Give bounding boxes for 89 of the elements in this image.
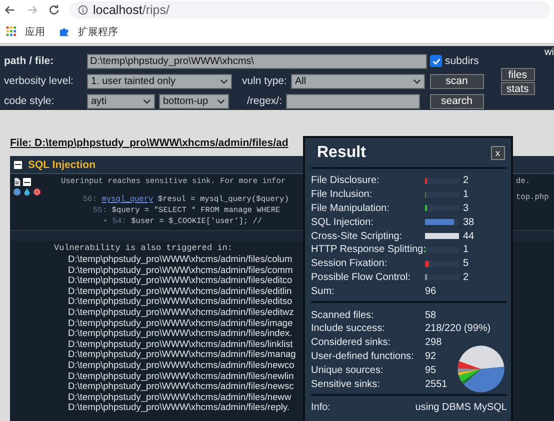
stat-label: Considered sinks: [311,337,392,348]
file-icon[interactable] [13,178,21,186]
stat-value: 1 [463,189,469,200]
stat-label: HTTP Response Splitting: [311,244,425,256]
panel-title: SQL Injection [28,158,96,170]
stat-value: 2551 [425,378,448,390]
stat-label: Cross-Site Scripting: [311,230,404,242]
scan-button[interactable]: scan [430,74,484,88]
file-path-link[interactable]: D:\temp\phpstudy_pro\WWW\xhcms/admin/files/editso [68,296,292,307]
stat-label: File Disclosure: [311,175,380,186]
checkbox-label: subdirs [445,55,479,67]
files-button[interactable]: files [500,68,535,81]
stat-label: Sum: [311,286,336,297]
stat-label: Scanned files: [311,310,375,321]
caret-icon [220,78,228,84]
stat-label: Include success: [311,323,386,334]
stat-label: Session Fixation: [311,258,388,270]
stat-value: 95 [425,364,436,376]
close-button[interactable]: x [490,146,505,160]
stat-value: 1 [463,244,469,256]
file-path-link[interactable]: D:\temp\phpstudy_pro\WWW\xhcms/admin/files/index. [68,328,292,339]
verbosity-label: verbosity level: [4,75,74,87]
stat-value: 44 [463,230,474,242]
stat-value: 58 [425,310,436,321]
stat-value: using DBMS MySQL [415,402,507,414]
file-heading: File: D:\temp\phpstudy_pro\WWW\xhcms/admin/files/ad [10,137,288,149]
caret-icon [143,98,151,104]
stat-label: SQL Injection: [311,216,374,228]
stat-label: File Inclusion: [311,189,374,200]
stat-value: 38 [463,216,474,228]
bookmark-item[interactable]: 应用 [6,24,45,38]
file-path-link[interactable]: D:\temp\phpstudy_pro\WWW\xhcms/admin/files/editwz [68,306,294,318]
stat-value: 92 [425,350,436,362]
file-path-link[interactable]: D:\temp\phpstudy_pro\WWW\xhcms/admin/files/image [68,318,293,328]
caret-icon [412,78,421,84]
stat-value: 218/220 (99%) [425,323,491,334]
search-button[interactable]: search [430,94,484,108]
file-path-link[interactable]: D:\temp\phpstudy_pro\WWW\xhcms/admin/files/editco [68,275,292,286]
stat-label: Sensitive sinks: [311,378,381,390]
pie-chart-drawing [456,344,506,394]
file-path-link[interactable]: D:\temp\phpstudy_pro\WWW\xhcms/admin/files/neww [68,392,292,402]
vuln-type-label: vuln type: [242,75,287,87]
file-path-link[interactable]: D:\temp\phpstudy_pro\WWW\xhcms/admin/files/newco [68,360,294,371]
stat-label: Possible Flow Control: [311,272,412,283]
reload-icon[interactable] [48,4,60,16]
vuln-type-dropdown[interactable]: All [290,74,425,88]
drop-icon[interactable] [23,188,31,196]
header-text: wi [544,47,554,58]
file-path-link[interactable]: D:\temp\phpstudy_pro\WWW\xhcms/admin/files/editlin [68,286,292,296]
apps-grid-icon [6,26,17,37]
info-icon [78,5,88,15]
stat-label: User-defined functions: [311,350,415,362]
file-path-link[interactable]: D:\temp\phpstudy_pro\WWW\xhcms/admin/files/comm [68,264,293,276]
file-path-link[interactable]: D:\temp\phpstudy_pro\WWW\xhcms/admin/files/newsc [68,381,294,392]
file-path-link[interactable]: D:\temp\phpstudy_pro\WWW\xhcms/admin/files/linklist [68,338,293,350]
collapse-icon[interactable] [14,160,22,168]
verbosity-dropdown[interactable]: 1. user tainted only [87,74,232,88]
code-style-label: code style: [4,95,56,107]
file-path-link[interactable]: D:\temp\phpstudy_pro\WWW\xhcms/admin/files/manag [68,349,296,360]
path-field[interactable]: D:\temp\phpstudy_pro\WWW\xhcms\ [87,54,427,68]
path-label: path / file: [4,55,55,67]
stats-button[interactable]: stats [500,82,535,95]
regex-label: /regex/: [247,95,282,107]
code-style-dropdown[interactable]: ayti [87,94,155,108]
stat-value: 2 [463,175,469,186]
file-path-link[interactable]: D:\temp\phpstudy_pro\WWW\xhcms/admin/files/reply. [68,402,290,413]
file-path-link[interactable]: D:\temp\phpstudy_pro\WWW\xhcms/admin/files/colum [68,254,292,265]
stat-value: 96 [425,286,436,297]
target-icon[interactable] [33,188,41,196]
stat-value: 2 [463,272,469,283]
subdirs-checkbox[interactable] [430,55,442,67]
puzzle-icon [59,26,70,37]
address-bar[interactable]: localhost/rips/ [70,1,550,19]
stat-label: File Manipulation: [311,202,390,214]
stat-label: Info: [311,402,332,414]
file-path-link[interactable]: D:\temp\phpstudy_pro\WWW\xhcms/admin/files/newlin [68,370,294,382]
stat-label: Unique sources: [311,364,384,376]
caret-icon [217,98,225,104]
order-dropdown[interactable]: bottom-up [159,94,229,108]
stat-value: 3 [463,202,469,214]
regex-field[interactable] [286,94,420,108]
triggered-label: Vulnerability is also triggered in: [54,243,233,254]
minimize-icon[interactable] [23,178,31,186]
dialog-title: Result [317,144,366,162]
help-icon[interactable] [13,188,21,196]
back-icon[interactable] [4,4,16,16]
stat-value: 298 [425,337,442,348]
stat-value: 5 [463,258,469,270]
bookmark-item[interactable]: 扩展程序 [59,24,118,38]
